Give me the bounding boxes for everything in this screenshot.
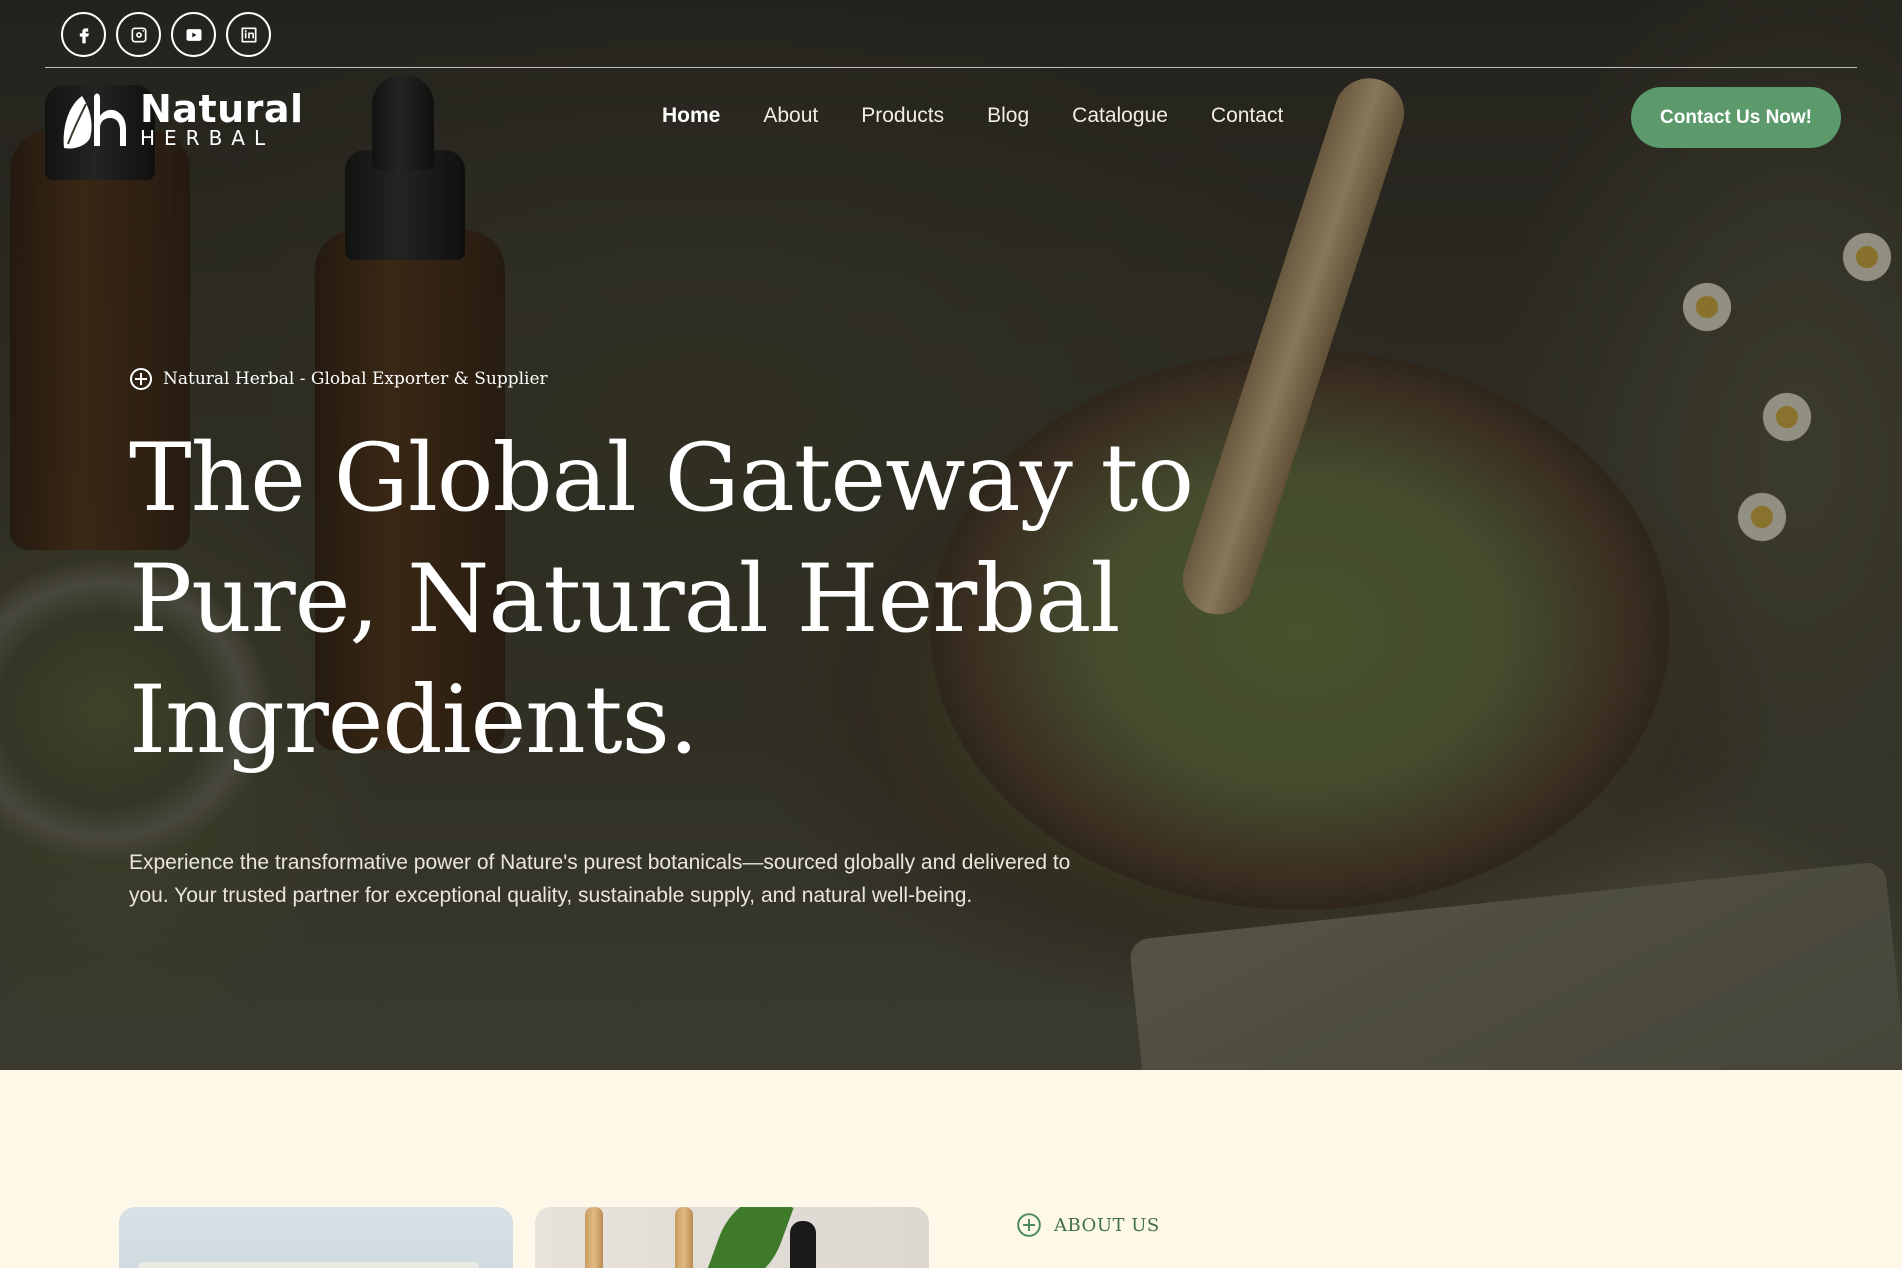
wooden-stick — [675, 1207, 693, 1268]
logo-word: Natural — [140, 87, 304, 131]
hero-lead-text: Experience the transformative power of N… — [129, 846, 1129, 912]
social-links — [61, 12, 271, 57]
about-us-text: ABOUT US — [1054, 1214, 1160, 1236]
headline-line-3: Ingredients. — [129, 666, 699, 775]
leaf-logo-icon — [63, 93, 126, 149]
headline-line-1: The Global Gateway to — [129, 424, 1194, 533]
tagline-text: Natural Herbal - Global Exporter & Suppl… — [163, 369, 548, 389]
youtube-icon[interactable] — [171, 12, 216, 57]
about-image-2 — [535, 1207, 929, 1268]
logo-subword: HERBAL — [140, 126, 275, 150]
nav-catalogue[interactable]: Catalogue — [1072, 104, 1168, 128]
lead-line-1: Experience the transformative power of N… — [129, 851, 1071, 874]
facebook-icon[interactable] — [61, 12, 106, 57]
nav-contact[interactable]: Contact — [1211, 104, 1283, 128]
logo-text: Natural HERBAL — [140, 90, 304, 148]
plus-circle-icon — [130, 368, 152, 390]
image-shelf — [139, 1262, 479, 1268]
lead-line-2: you. Your trusted partner for exceptiona… — [129, 884, 973, 907]
green-leaf — [706, 1207, 794, 1268]
nav-home[interactable]: Home — [662, 104, 720, 128]
linkedin-icon[interactable] — [226, 12, 271, 57]
nav-about[interactable]: About — [763, 104, 818, 128]
hero-headline: The Global Gateway to Pure, Natural Herb… — [129, 418, 1229, 781]
instagram-icon[interactable] — [116, 12, 161, 57]
about-us-label: ABOUT US — [1016, 1212, 1160, 1238]
wooden-stick — [585, 1207, 603, 1268]
headline-line-2: Pure, Natural Herbal — [129, 545, 1120, 654]
hero-tagline: Natural Herbal - Global Exporter & Suppl… — [129, 367, 548, 391]
hero-section: Natural HERBAL Home About Products Blog … — [0, 0, 1902, 1070]
main-nav: Home About Products Blog Catalogue Conta… — [662, 104, 1283, 128]
nav-blog[interactable]: Blog — [987, 104, 1029, 128]
about-image-1 — [119, 1207, 513, 1268]
site-logo[interactable]: Natural HERBAL — [60, 88, 304, 150]
nav-products[interactable]: Products — [861, 104, 944, 128]
contact-us-button[interactable]: Contact Us Now! — [1631, 87, 1841, 148]
plus-circle-icon — [1017, 1213, 1041, 1237]
dropper-bottle — [790, 1221, 816, 1268]
header-divider — [45, 67, 1857, 68]
